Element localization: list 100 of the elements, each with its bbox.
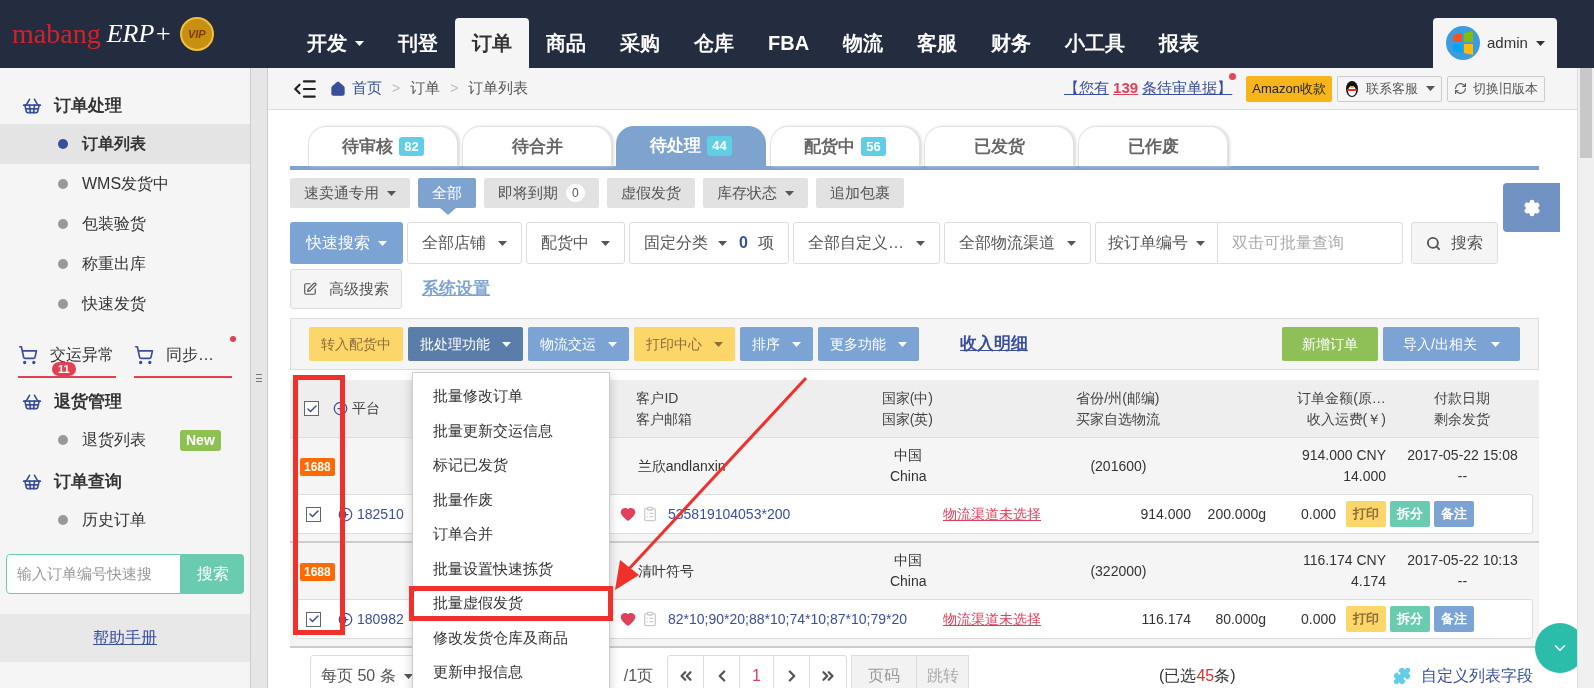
remaining-time: -- (1456, 467, 1469, 486)
customer-name: 清叶符号 (637, 561, 695, 581)
help-link[interactable]: 帮助手册 (93, 626, 157, 650)
vip-badge: VIP (179, 17, 214, 51)
sidebar-item[interactable]: 历史订单 (0, 500, 250, 540)
switch-version-button[interactable]: 切换旧版本 (1447, 75, 1545, 102)
search-type-select[interactable]: 按订单编号 (1094, 222, 1218, 264)
menu-item[interactable]: 批量修改订单 (413, 379, 609, 414)
weight: 80.000g (1214, 609, 1266, 629)
logistics-link[interactable]: 物流渠道未选择 (943, 503, 1041, 525)
nav-tab[interactable]: 财务 (974, 18, 1049, 68)
clipboard-icon (642, 611, 658, 627)
page-number-field[interactable]: 页码 (851, 655, 918, 688)
column-header: 国家(中) 国家(英) (880, 388, 934, 429)
expand-icon[interactable] (338, 611, 353, 627)
status-tab[interactable]: 已发货 (924, 126, 1074, 166)
nav-tab[interactable]: 商品 (529, 18, 603, 68)
total-amount: 914.000 (1139, 504, 1191, 524)
nav-tab[interactable]: 订单 (455, 18, 529, 68)
status-tab[interactable]: 配货中 56 (770, 126, 920, 166)
toolbar-button[interactable]: 打印中心 (634, 327, 735, 361)
menu-item[interactable]: 批量作废 (413, 482, 609, 517)
payment-date: 2017-05-22 15:08 (1406, 446, 1519, 465)
sidebar-tab[interactable]: 交运异常 11 (18, 334, 116, 378)
menu-item[interactable]: 更新申报信息 (413, 655, 609, 688)
scrollbar-thumb[interactable] (1580, 68, 1592, 158)
expand-icon[interactable] (338, 506, 353, 522)
sidebar-item[interactable]: 称重出库 (0, 244, 250, 284)
breadcrumb-separator: > (392, 79, 401, 98)
service-button[interactable]: 联系客服 (1337, 75, 1442, 102)
page-count: /1页 (623, 666, 654, 686)
sidebar-item[interactable]: 包装验货 (0, 204, 250, 244)
menu-item[interactable]: 批量更新交运信息 (413, 413, 609, 448)
sidebar-item[interactable]: 订单列表 (0, 124, 250, 164)
nav-tab[interactable]: 采购 (603, 18, 677, 68)
filter-select[interactable]: 配货中 (526, 222, 625, 264)
category-select[interactable]: 固定分类 0 项 (629, 222, 789, 264)
nav-tab[interactable]: 仓库 (677, 18, 751, 68)
nav-tab[interactable]: 物流 (826, 18, 901, 68)
column-header: 客户ID 客户邮箱 (636, 388, 694, 429)
cost: 0.000 (1299, 609, 1336, 629)
pending-notice[interactable]: 【您有 139 条待审单据】 (1063, 77, 1233, 100)
count-badge: 11 (52, 362, 76, 376)
bullet-icon (58, 259, 68, 269)
toolbar-button[interactable]: 转入配货中 (309, 327, 403, 361)
checkbox[interactable] (306, 506, 321, 522)
user-menu[interactable]: admin (1433, 18, 1557, 68)
splitter-grip-icon[interactable] (256, 374, 262, 382)
search-button[interactable]: 搜索 (1410, 222, 1498, 264)
caret-icon (915, 240, 925, 246)
filter-tab[interactable]: 虚假发货 (606, 178, 695, 208)
order-search-field[interactable]: 输入订单编号快速搜 (6, 554, 181, 594)
settings-icon (1522, 198, 1541, 217)
logistics-link[interactable]: 物流渠道未选择 (943, 608, 1041, 630)
custom-fields-link[interactable]: 自定义列表字段 (1421, 664, 1533, 688)
clipboard-icon (642, 506, 658, 522)
country-en: China (888, 572, 928, 591)
settings-tab[interactable] (1503, 183, 1560, 232)
breadcrumb-item[interactable]: 首页 (352, 77, 382, 100)
sidebar-item[interactable]: 快速发货 (0, 284, 250, 324)
menu-item[interactable]: 订单合并 (413, 517, 609, 552)
filter-select[interactable]: 全部自定义… (792, 222, 940, 264)
menu-item[interactable]: 修改发货仓库及商品 (413, 620, 609, 655)
section-title: 退货管理 (54, 391, 122, 414)
sidebar-tab[interactable]: 同步… (134, 334, 232, 378)
filter-tab[interactable]: 库存状态 (702, 178, 808, 208)
checkbox[interactable] (306, 611, 321, 627)
nav-tab[interactable]: 客服 (900, 18, 975, 68)
nav-tab[interactable]: 报表 (1142, 18, 1217, 68)
page-button[interactable]: 1 (740, 656, 775, 688)
menu-item[interactable]: 批量设置快速拣货 (413, 551, 609, 586)
filter-tab[interactable]: 追加包裹 (815, 178, 904, 208)
breadcrumb-separator: > (450, 79, 459, 98)
amazon-button[interactable]: Amazon收款 (1246, 75, 1332, 102)
nav-tab[interactable]: 开发 (290, 18, 381, 68)
toolbar-button[interactable]: 批处理功能 (408, 327, 523, 361)
income-link[interactable]: 收入明细 (960, 331, 1028, 357)
nav-tab[interactable]: 刊登 (381, 18, 455, 68)
status-tab[interactable]: 待合并 (462, 126, 612, 166)
search-field[interactable]: 双击可批量查询 (1217, 222, 1403, 264)
status-tab[interactable]: 待审核 82 (308, 126, 458, 166)
sidebar-item[interactable]: WMS发货中 (0, 164, 250, 204)
section-title: 订单处理 (54, 95, 122, 118)
filter-tab[interactable]: 即将到期 0 (484, 178, 599, 208)
expand-icon[interactable] (333, 401, 349, 416)
column-header: 订单金额(原… 收入运费(￥) (1296, 388, 1386, 429)
nav-tab[interactable]: FBA (751, 18, 827, 68)
filter-select[interactable]: 全部店铺 (407, 222, 522, 264)
caret-icon (1066, 240, 1076, 246)
filter-select[interactable]: 全部物流渠道 (943, 222, 1091, 264)
menu-item[interactable]: 批量虚假发货 (409, 586, 613, 621)
filter-tab[interactable]: 速卖通专用 (290, 178, 410, 208)
menu-item[interactable]: 标记已发货 (413, 448, 609, 483)
country-cn: 中国 (893, 551, 924, 570)
nav-tab[interactable]: 小工具 (1048, 18, 1143, 68)
advanced-search-button[interactable]: 高级搜索 (290, 269, 402, 309)
caret-icon (718, 240, 727, 246)
status-tab[interactable]: 已作废 (1078, 126, 1228, 166)
checkbox[interactable] (304, 401, 320, 416)
sidebar-item[interactable]: 退货列表 New (0, 420, 250, 460)
